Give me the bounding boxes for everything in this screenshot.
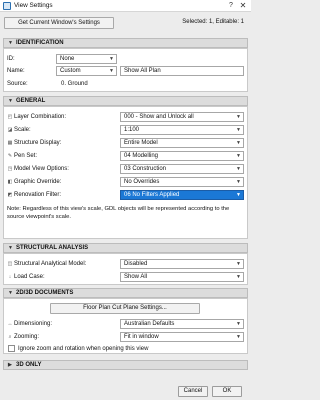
general-header[interactable]: ▼ GENERAL — [3, 96, 248, 106]
scale-note: Note: Regardless of this view's scale, G… — [7, 206, 230, 220]
documents-section: Floor Plan Cut Plane Settings... ↔ Dimen… — [3, 298, 248, 354]
documents-header[interactable]: ▼ 2D/3D DOCUMENTS — [3, 288, 248, 298]
cancel-button[interactable]: Cancel — [178, 386, 208, 397]
help-icon[interactable]: ? — [225, 2, 237, 9]
collapse-triangle-icon: ▼ — [8, 98, 13, 104]
load-case-icon: ↓ — [8, 274, 12, 280]
source-value: 0. Ground — [61, 81, 88, 87]
collapse-triangle-icon: ▼ — [8, 40, 13, 46]
app-icon — [3, 1, 11, 10]
close-icon[interactable]: ✕ — [237, 1, 249, 10]
chevron-down-icon: ▼ — [236, 274, 241, 280]
general-section: ◰ Layer Combination: 000 - Show and Unlo… — [3, 106, 248, 239]
layers-icon: ◰ — [7, 114, 13, 120]
zooming-select[interactable]: Fit in window ▼ — [120, 332, 244, 342]
dimension-icon: ↔ — [7, 321, 13, 327]
structure-display-label: Structure Display: — [14, 140, 62, 146]
name-input[interactable]: Show All Plan — [120, 66, 244, 76]
get-current-settings-button[interactable]: Get Current Window's Settings — [4, 17, 114, 29]
model-view-options-select[interactable]: 03 Construction ▼ — [120, 164, 244, 174]
zooming-label: Zooming: — [14, 334, 40, 340]
load-case-select[interactable]: Show All ▼ — [120, 272, 244, 282]
selection-info: Selected: 1, Editable: 1 — [182, 19, 244, 25]
override-icon: ◧ — [7, 179, 13, 185]
3d-only-header[interactable]: ▶ 3D ONLY — [3, 360, 248, 370]
ignore-zoom-label: Ignore zoom and rotation when opening th… — [18, 346, 149, 352]
layer-combination-select[interactable]: 000 - Show and Unlock all ▼ — [120, 112, 244, 122]
title-bar: View Settings ? ✕ — [0, 0, 251, 12]
pen-set-label: Pen Set: — [14, 153, 38, 159]
chevron-down-icon: ▼ — [236, 153, 241, 159]
model-view-icon: ◳ — [7, 166, 13, 172]
expand-triangle-icon: ▶ — [8, 362, 12, 368]
scale-select[interactable]: 1:100 ▼ — [120, 125, 244, 135]
chevron-down-icon: ▼ — [236, 179, 241, 185]
load-case-label: Load Case: — [14, 274, 45, 280]
window-title: View Settings — [14, 2, 53, 9]
chevron-down-icon: ▼ — [236, 192, 241, 198]
zoom-icon: ⌕ — [8, 334, 12, 340]
scale-label: Scale: — [14, 127, 31, 133]
id-select[interactable]: None ▼ — [56, 54, 117, 64]
graphic-override-select[interactable]: No Overrides ▼ — [120, 177, 244, 187]
name-mode-select[interactable]: Custom ▼ — [56, 66, 117, 76]
structure-icon: ▦ — [7, 140, 13, 146]
chevron-down-icon: ▼ — [236, 140, 241, 146]
name-label: Name: — [7, 68, 25, 74]
identification-header[interactable]: ▼ IDENTIFICATION — [3, 38, 248, 48]
structural-model-select[interactable]: Disabled ▼ — [120, 259, 244, 269]
collapse-triangle-icon: ▼ — [8, 245, 13, 251]
graphic-override-label: Graphic Override: — [14, 179, 62, 185]
chevron-down-icon: ▼ — [236, 166, 241, 172]
top-bar: Get Current Window's Settings Selected: … — [4, 17, 247, 29]
dimensioning-select[interactable]: Australian Defaults ▼ — [120, 319, 244, 329]
structure-display-select[interactable]: Entire Model ▼ — [120, 138, 244, 148]
renovation-filter-label: Renovation Filter: — [14, 192, 62, 198]
scale-icon: ◪ — [7, 127, 13, 133]
renovation-icon: ◩ — [7, 192, 13, 198]
chevron-down-icon: ▼ — [236, 261, 241, 267]
chevron-down-icon: ▼ — [236, 334, 241, 340]
collapse-triangle-icon: ▼ — [8, 290, 13, 296]
dimensioning-label: Dimensioning: — [14, 321, 53, 327]
pen-set-select[interactable]: 04 Modelling ▼ — [120, 151, 244, 161]
structural-analysis-header[interactable]: ▼ STRUCTURAL ANALYSIS — [3, 243, 248, 253]
cut-plane-settings-button[interactable]: Floor Plan Cut Plane Settings... — [50, 303, 200, 314]
chevron-down-icon: ▼ — [236, 114, 241, 120]
chevron-down-icon: ▼ — [236, 321, 241, 327]
chevron-down-icon: ▼ — [109, 68, 114, 74]
id-label: ID: — [7, 56, 15, 62]
structural-model-label: Structural Analytical Model: — [14, 261, 87, 267]
model-view-options-label: Model View Options: — [14, 166, 69, 172]
chevron-down-icon: ▼ — [236, 127, 241, 133]
structural-analysis-section: ◫ Structural Analytical Model: Disabled ▼… — [3, 253, 248, 285]
chevron-down-icon: ▼ — [109, 56, 114, 62]
ok-button[interactable]: OK — [212, 386, 242, 397]
source-label: Source: — [7, 81, 28, 87]
renovation-filter-select[interactable]: 06 No Filters Applied ▼ — [120, 190, 244, 200]
pen-icon: ✎ — [7, 153, 13, 159]
identification-section: ID: None ▼ Name: Custom ▼ Show All Plan So… — [3, 48, 248, 92]
analytical-model-icon: ◫ — [7, 261, 13, 267]
ignore-zoom-checkbox[interactable] — [8, 345, 15, 352]
layer-combination-label: Layer Combination: — [14, 114, 67, 120]
